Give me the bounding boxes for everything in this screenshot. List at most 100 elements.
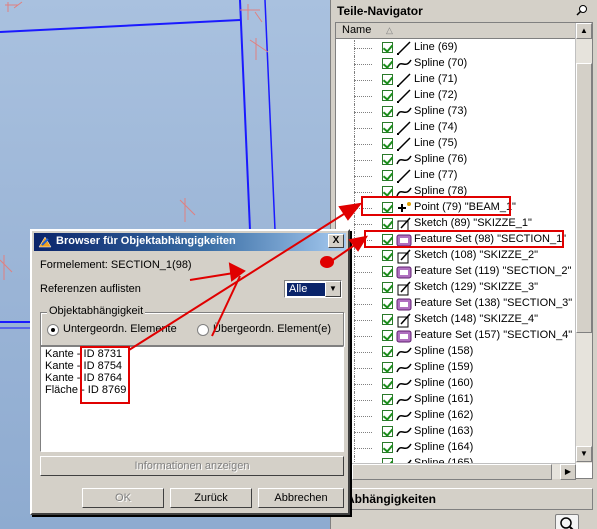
checkbox-icon[interactable] [382, 138, 393, 149]
hscroll-thumb[interactable] [352, 464, 552, 480]
checkbox-icon[interactable] [382, 42, 393, 53]
tree-connector [354, 112, 372, 113]
tree-item[interactable]: Feature Set (157) "SECTION_4" [336, 328, 576, 344]
tree-connector [354, 448, 372, 449]
tree-item[interactable]: Feature Set (119) "SECTION_2" [336, 264, 576, 280]
tree-item[interactable]: Line (74) [336, 120, 576, 136]
tree-item[interactable]: Feature Set (138) "SECTION_3" [336, 296, 576, 312]
tree-guide [354, 456, 374, 463]
tree-item-label: Spline (163) [414, 425, 474, 437]
sketch-icon [396, 248, 412, 264]
line-icon [396, 40, 412, 56]
feature-set-icon [396, 296, 412, 312]
back-button[interactable]: Zurück [170, 488, 252, 508]
checkbox-icon[interactable] [382, 394, 393, 405]
tree-item[interactable]: Line (75) [336, 136, 576, 152]
formula-element-label: Formelement: SECTION_1(98) [40, 259, 192, 271]
tree-connector [354, 128, 372, 129]
tree-item-label: Line (75) [414, 137, 458, 149]
checkbox-icon[interactable] [382, 90, 393, 101]
spline-icon [396, 152, 412, 168]
checkbox-icon[interactable] [382, 314, 393, 325]
radio-sub-elements[interactable] [47, 324, 59, 336]
tree-item-label: Spline (161) [414, 393, 474, 405]
checkbox-icon[interactable] [382, 58, 393, 69]
pin-icon[interactable] [575, 4, 589, 16]
dependencies-title: Abhängigkeiten [346, 492, 437, 506]
scroll-thumb[interactable] [576, 63, 592, 333]
tree-item[interactable]: Sketch (148) "SKIZZE_4" [336, 312, 576, 328]
checkbox-icon[interactable] [382, 282, 393, 293]
checkbox-icon[interactable] [382, 378, 393, 389]
tree-item[interactable]: Spline (161) [336, 392, 576, 408]
tree-item[interactable]: Line (77) [336, 168, 576, 184]
tree-connector [354, 336, 372, 337]
dialog-title-bar[interactable]: Browser für Objektabhängigkeiten X [34, 233, 346, 251]
chevron-down-icon[interactable]: ▼ [325, 281, 341, 297]
tree-connector [354, 80, 372, 81]
highlight-section-1 [364, 230, 564, 248]
tree-item[interactable]: Spline (162) [336, 408, 576, 424]
tree-item[interactable]: Line (72) [336, 88, 576, 104]
dependencies-header[interactable]: Abhängigkeiten [335, 488, 593, 510]
column-header-label: Name [342, 24, 372, 36]
tree-item[interactable]: Spline (158) [336, 344, 576, 360]
radio-super-elements[interactable] [197, 324, 209, 336]
checkbox-icon[interactable] [382, 298, 393, 309]
vertical-scrollbar[interactable]: ▲ ▼ [575, 23, 592, 463]
checkbox-icon[interactable] [382, 346, 393, 357]
scroll-right-button[interactable]: ▶ [560, 464, 576, 480]
checkbox-icon[interactable] [382, 250, 393, 261]
scroll-down-button[interactable]: ▼ [576, 446, 592, 462]
references-label: Referenzen auflisten [40, 283, 141, 295]
references-dropdown[interactable]: Alle ▼ [284, 280, 342, 298]
tree-item[interactable]: Line (69) [336, 40, 576, 56]
checkbox-icon[interactable] [382, 330, 393, 341]
scroll-up-button[interactable]: ▲ [576, 23, 592, 39]
checkbox-icon[interactable] [382, 362, 393, 373]
tree-connector [354, 48, 372, 49]
tree-item[interactable]: Sketch (129) "SKIZZE_3" [336, 280, 576, 296]
checkbox-icon[interactable] [382, 106, 393, 117]
tree-item[interactable]: Spline (159) [336, 360, 576, 376]
radio-super-label[interactable]: Übergeordn. Element(e) [213, 323, 331, 335]
tree-item[interactable]: Sketch (108) "SKIZZE_2" [336, 248, 576, 264]
checkbox-icon[interactable] [382, 442, 393, 453]
search-icon[interactable] [555, 514, 579, 529]
cancel-button[interactable]: Abbrechen [258, 488, 344, 508]
tree-item[interactable]: Spline (70) [336, 56, 576, 72]
highlight-point-79 [361, 196, 511, 216]
checkbox-icon[interactable] [382, 410, 393, 421]
tree-item[interactable]: Spline (76) [336, 152, 576, 168]
tree-connector [354, 368, 372, 369]
tree-item[interactable]: Spline (164) [336, 440, 576, 456]
ok-button[interactable]: OK [82, 488, 164, 508]
tree-item[interactable]: Spline (73) [336, 104, 576, 120]
horizontal-scrollbar[interactable]: ◀ ▶ [336, 463, 576, 480]
radio-sub-label[interactable]: Untergeordn. Elemente [63, 323, 177, 335]
column-header-name[interactable]: Name △ [336, 23, 576, 39]
tree-item-label: Spline (160) [414, 377, 474, 389]
checkbox-icon[interactable] [382, 426, 393, 437]
tree-item[interactable]: Line (71) [336, 72, 576, 88]
checkbox-icon[interactable] [382, 266, 393, 277]
checkbox-icon[interactable] [382, 122, 393, 133]
references-dropdown-value: Alle [287, 283, 325, 296]
tree-item[interactable]: Spline (160) [336, 376, 576, 392]
object-dependency-browser-dialog: Browser für Objektabhängigkeiten X Forme… [30, 229, 350, 515]
close-icon[interactable]: X [328, 234, 344, 248]
tree-item[interactable]: Spline (165) [336, 456, 576, 463]
tree-item-label: Spline (158) [414, 345, 474, 357]
tree-item[interactable]: Spline (163) [336, 424, 576, 440]
tree-connector [354, 64, 372, 65]
tree-connector [354, 160, 372, 161]
checkbox-icon[interactable] [382, 154, 393, 165]
checkbox-icon[interactable] [382, 170, 393, 181]
show-info-button[interactable]: Informationen anzeigen [40, 456, 344, 476]
checkbox-icon[interactable] [382, 218, 393, 229]
tree-connector [354, 432, 372, 433]
checkbox-icon[interactable] [382, 74, 393, 85]
tree-item-label: Sketch (108) "SKIZZE_2" [414, 249, 538, 261]
tree-item-label: Sketch (89) "SKIZZE_1" [414, 217, 532, 229]
spline-icon [396, 408, 412, 424]
